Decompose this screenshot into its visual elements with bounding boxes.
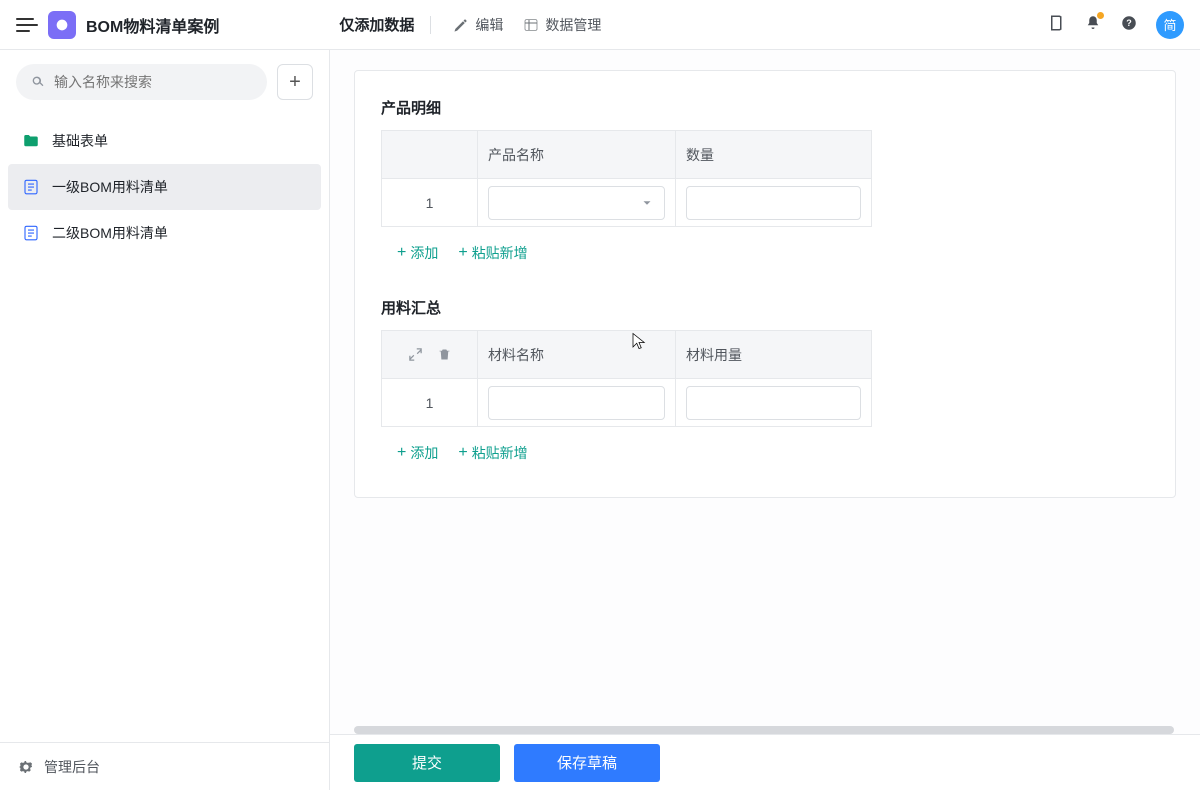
notification-dot xyxy=(1097,12,1104,19)
bell-icon[interactable] xyxy=(1084,14,1102,35)
sidebar-item-bom-level1[interactable]: 一级BOM用料清单 xyxy=(8,164,321,210)
table-row: 1 xyxy=(382,179,872,227)
materials-add-row-button[interactable]: +添加 xyxy=(397,443,438,463)
product-paste-add-button[interactable]: +粘贴新增 xyxy=(458,243,527,263)
sidebar-item-label: 基础表单 xyxy=(52,131,108,151)
avatar[interactable]: 简 xyxy=(1156,11,1184,39)
material-name-input[interactable] xyxy=(488,386,665,420)
sidebar-item-label: 一级BOM用料清单 xyxy=(52,177,168,197)
horizontal-scrollbar[interactable] xyxy=(354,726,1174,734)
pencil-icon xyxy=(453,17,469,33)
sidebar-item-base-form[interactable]: 基础表单 xyxy=(8,118,321,164)
data-manage-label: 数据管理 xyxy=(545,15,601,35)
col-product-qty: 数量 xyxy=(676,131,872,179)
section-title-materials: 用料汇总 xyxy=(381,297,1149,318)
material-usage-input[interactable] xyxy=(686,386,861,420)
submit-button[interactable]: 提交 xyxy=(354,744,500,782)
form-icon xyxy=(22,224,40,242)
col-product-name: 产品名称 xyxy=(478,131,676,179)
mode-add-only[interactable]: 仅添加数据 xyxy=(339,14,414,35)
table-icon xyxy=(523,17,539,33)
row-number: 1 xyxy=(382,379,478,427)
form-icon xyxy=(22,178,40,196)
section-title-product: 产品明细 xyxy=(381,97,1149,118)
menu-toggle-icon[interactable] xyxy=(16,14,38,36)
edit-link[interactable]: 编辑 xyxy=(447,11,509,39)
table-row: 1 xyxy=(382,379,872,427)
help-icon[interactable]: ? xyxy=(1120,14,1138,35)
svg-text:?: ? xyxy=(1126,18,1132,28)
col-material-usage: 材料用量 xyxy=(676,331,872,379)
app-icon xyxy=(48,11,76,39)
sidebar-item-label: 二级BOM用料清单 xyxy=(52,223,168,243)
col-material-name: 材料名称 xyxy=(478,331,676,379)
product-add-row-button[interactable]: +添加 xyxy=(397,243,438,263)
divider xyxy=(430,16,431,34)
folder-icon xyxy=(22,132,40,150)
search-input[interactable] xyxy=(54,74,253,90)
product-qty-input[interactable] xyxy=(686,186,861,220)
add-form-button[interactable]: + xyxy=(277,64,313,100)
col-index-header xyxy=(382,331,478,379)
chevron-down-icon xyxy=(640,196,654,210)
materials-paste-add-button[interactable]: +粘贴新增 xyxy=(458,443,527,463)
admin-backend-label: 管理后台 xyxy=(44,757,100,777)
row-number: 1 xyxy=(382,179,478,227)
materials-table: 材料名称 材料用量 1 xyxy=(381,330,872,427)
data-manage-link[interactable]: 数据管理 xyxy=(517,11,607,39)
search-icon xyxy=(30,74,46,90)
app-title: BOM物料清单案例 xyxy=(86,13,219,37)
trash-icon[interactable] xyxy=(437,347,452,362)
product-name-select[interactable] xyxy=(488,186,665,220)
expand-icon[interactable] xyxy=(408,347,423,362)
product-table: 产品名称 数量 1 xyxy=(381,130,872,227)
sidebar-item-bom-level2[interactable]: 二级BOM用料清单 xyxy=(8,210,321,256)
book-icon[interactable] xyxy=(1048,14,1066,35)
search-input-wrapper[interactable] xyxy=(16,64,267,100)
edit-label: 编辑 xyxy=(475,15,503,35)
admin-backend-link[interactable]: 管理后台 xyxy=(0,742,329,790)
save-draft-button[interactable]: 保存草稿 xyxy=(514,744,660,782)
col-index-header xyxy=(382,131,478,179)
gear-icon xyxy=(18,759,34,775)
